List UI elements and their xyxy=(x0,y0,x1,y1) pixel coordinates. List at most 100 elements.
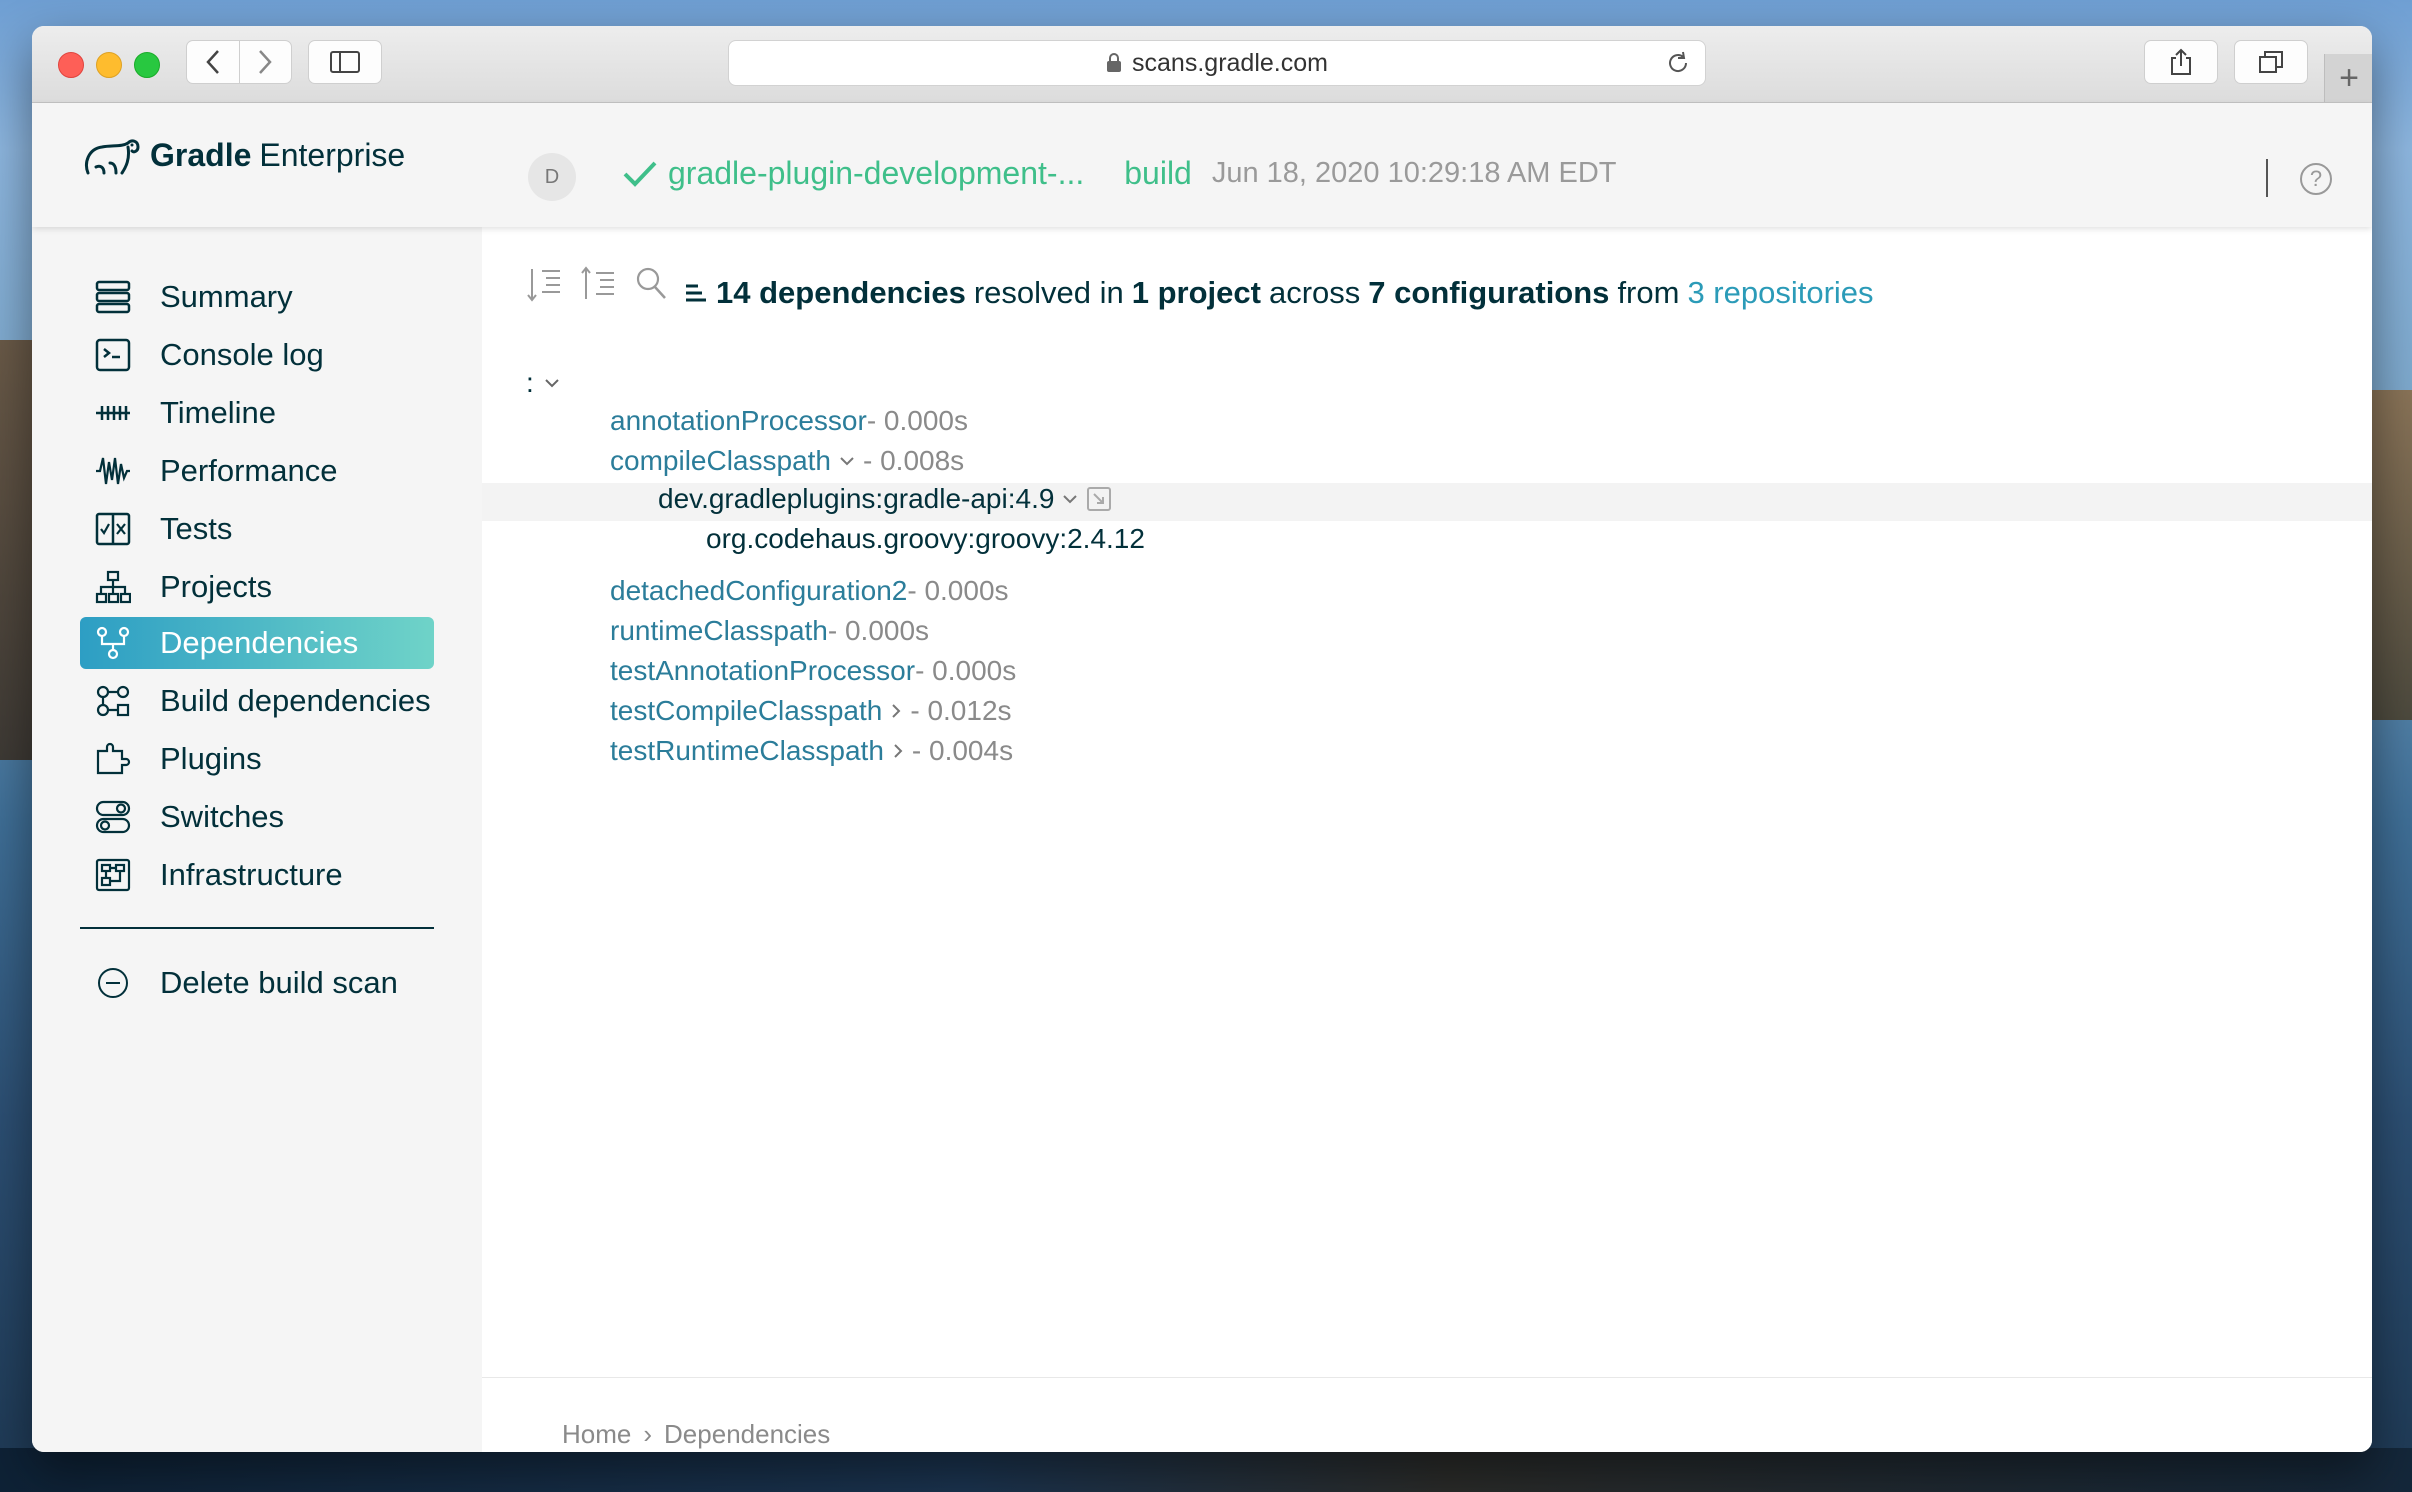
config-row[interactable]: testCompileClasspath - 0.012s xyxy=(610,695,1012,727)
zoom-window-button[interactable] xyxy=(134,52,160,78)
config-name[interactable]: annotationProcessor xyxy=(610,405,867,437)
search-icon[interactable] xyxy=(634,265,668,303)
app-header: Gradle Enterprise D gradle-plugin-develo… xyxy=(32,103,2372,227)
address-bar[interactable]: scans.gradle.com xyxy=(728,40,1706,86)
summary-icon xyxy=(92,278,134,316)
build-task: build xyxy=(1124,155,1192,191)
back-button[interactable] xyxy=(187,41,239,83)
sidebar-item-performance[interactable]: Performance xyxy=(80,445,434,497)
tab-overview-button[interactable] xyxy=(2234,40,2308,84)
browser-toolbar: scans.gradle.com + xyxy=(32,26,2372,103)
breadcrumb-home[interactable]: Home xyxy=(562,1419,631,1450)
avatar[interactable]: D xyxy=(528,153,576,201)
sidebar-toggle-button[interactable] xyxy=(308,40,382,84)
config-duration: - 0.008s xyxy=(863,445,965,476)
logo-text-bold: Gradle xyxy=(150,136,252,173)
from-text: from xyxy=(1617,275,1680,310)
sidebar-item-infrastructure[interactable]: Infrastructure xyxy=(80,849,434,901)
elephant-logo-icon xyxy=(85,139,140,175)
resolved-in-text: resolved in xyxy=(973,275,1124,310)
chevron-down-icon[interactable] xyxy=(839,455,855,467)
reload-icon[interactable] xyxy=(1665,50,1691,76)
tree-toolbar xyxy=(526,265,668,303)
share-button[interactable] xyxy=(2144,40,2218,84)
desktop-shore xyxy=(0,1448,2412,1492)
dependency-name[interactable]: dev.gradleplugins:gradle-api:4.9 xyxy=(658,483,1054,515)
sidebar-item-tests[interactable]: Tests xyxy=(80,503,434,555)
timeline-icon xyxy=(92,394,134,432)
sidebar: Summary Console log Timeline Performance… xyxy=(32,227,482,1452)
config-row[interactable]: testAnnotationProcessor - 0.000s xyxy=(610,655,1016,687)
delete-build-scan-button[interactable]: Delete build scan xyxy=(80,957,434,1009)
sidebar-item-timeline[interactable]: Timeline xyxy=(80,387,434,439)
project-name[interactable]: gradle-plugin-development-... xyxy=(668,155,1084,192)
config-name[interactable]: compileClasspath xyxy=(610,445,831,477)
config-name[interactable]: detachedConfiguration2 xyxy=(610,575,907,607)
config-name[interactable]: testAnnotationProcessor xyxy=(610,655,915,687)
expand-all-icon[interactable] xyxy=(526,265,562,303)
project-root-node[interactable]: : xyxy=(526,367,560,399)
config-row[interactable]: annotationProcessor - 0.000s xyxy=(610,405,968,437)
sidebar-item-label: Dependencies xyxy=(160,625,359,660)
build-dependencies-icon xyxy=(92,682,134,720)
config-row[interactable]: testRuntimeClasspath - 0.004s xyxy=(610,735,1013,767)
project-count: 1 project xyxy=(1131,275,1261,310)
repositories-link[interactable]: 3 repositories xyxy=(1687,275,1873,311)
checkmark-icon xyxy=(623,161,657,187)
desktop-rock-right xyxy=(2372,390,2412,720)
sidebar-item-label: Tests xyxy=(160,511,233,546)
chevron-right-icon[interactable] xyxy=(892,743,904,759)
config-duration: - 0.000s xyxy=(866,405,968,436)
sidebar-item-label: Build dependencies xyxy=(160,683,431,718)
open-details-icon[interactable] xyxy=(1086,486,1112,512)
footer-divider xyxy=(482,1377,2372,1378)
chevron-left-icon xyxy=(206,50,219,74)
config-row[interactable]: compileClasspath - 0.008s xyxy=(610,445,964,477)
gradle-enterprise-logo[interactable]: Gradle Enterprise xyxy=(82,133,405,177)
logo-text-light: Enterprise xyxy=(259,136,406,173)
sidebar-item-dependencies[interactable]: Dependencies xyxy=(80,617,434,669)
close-window-button[interactable] xyxy=(58,52,84,78)
dependency-row[interactable]: dev.gradleplugins:gradle-api:4.9 xyxy=(658,483,1112,515)
help-icon[interactable]: ? xyxy=(2300,163,2332,195)
sidebar-item-projects[interactable]: Projects xyxy=(80,561,434,613)
config-name[interactable]: testRuntimeClasspath xyxy=(610,735,884,767)
config-row[interactable]: runtimeClasspath - 0.000s xyxy=(610,615,929,647)
sidebar-item-plugins[interactable]: Plugins xyxy=(80,733,434,785)
sidebar-item-switches[interactable]: Switches xyxy=(80,791,434,843)
config-duration: - 0.000s xyxy=(907,575,1009,606)
config-name[interactable]: runtimeClasspath xyxy=(610,615,828,647)
build-timestamp: Jun 18, 2020 10:29:18 AM EDT xyxy=(1211,157,1617,189)
sidebar-item-console-log[interactable]: Console log xyxy=(80,329,434,381)
sidebar-item-label: Infrastructure xyxy=(160,857,343,892)
sidebar-item-label: Plugins xyxy=(160,741,262,776)
chevron-right-icon xyxy=(259,50,272,74)
projects-icon xyxy=(92,568,134,606)
infrastructure-icon xyxy=(92,856,134,894)
performance-icon xyxy=(92,452,134,490)
sidebar-divider xyxy=(80,927,434,929)
browser-window: scans.gradle.com + Gradle Enterprise D g… xyxy=(32,26,2372,1452)
config-duration: - 0.004s xyxy=(911,735,1014,766)
sidebar-item-summary[interactable]: Summary xyxy=(80,271,434,323)
dependency-name[interactable]: org.codehaus.groovy:groovy:2.4.12 xyxy=(706,523,1145,555)
chevron-right-icon[interactable] xyxy=(890,703,902,719)
share-icon xyxy=(2171,48,2191,75)
minimize-window-button[interactable] xyxy=(96,52,122,78)
plus-icon: + xyxy=(2339,58,2359,97)
breadcrumb-separator: › xyxy=(643,1419,653,1449)
sidebar-item-label: Timeline xyxy=(160,395,276,430)
chevron-down-icon[interactable] xyxy=(1062,493,1078,505)
config-name[interactable]: testCompileClasspath xyxy=(610,695,882,727)
sidebar-item-build-dependencies[interactable]: Build dependencies xyxy=(80,675,434,727)
breadcrumb: Home › Dependencies xyxy=(562,1419,830,1450)
root-label: : xyxy=(526,367,534,398)
sidebar-item-label: Summary xyxy=(160,279,293,314)
collapse-all-icon[interactable] xyxy=(580,265,616,303)
forward-button[interactable] xyxy=(240,41,292,83)
new-tab-button[interactable]: + xyxy=(2324,54,2372,102)
dependency-row[interactable]: org.codehaus.groovy:groovy:2.4.12 xyxy=(706,523,1145,555)
config-row[interactable]: detachedConfiguration2 - 0.000s xyxy=(610,575,1009,607)
tests-icon xyxy=(92,510,134,548)
build-status: gradle-plugin-development-... build Jun … xyxy=(622,155,1617,192)
